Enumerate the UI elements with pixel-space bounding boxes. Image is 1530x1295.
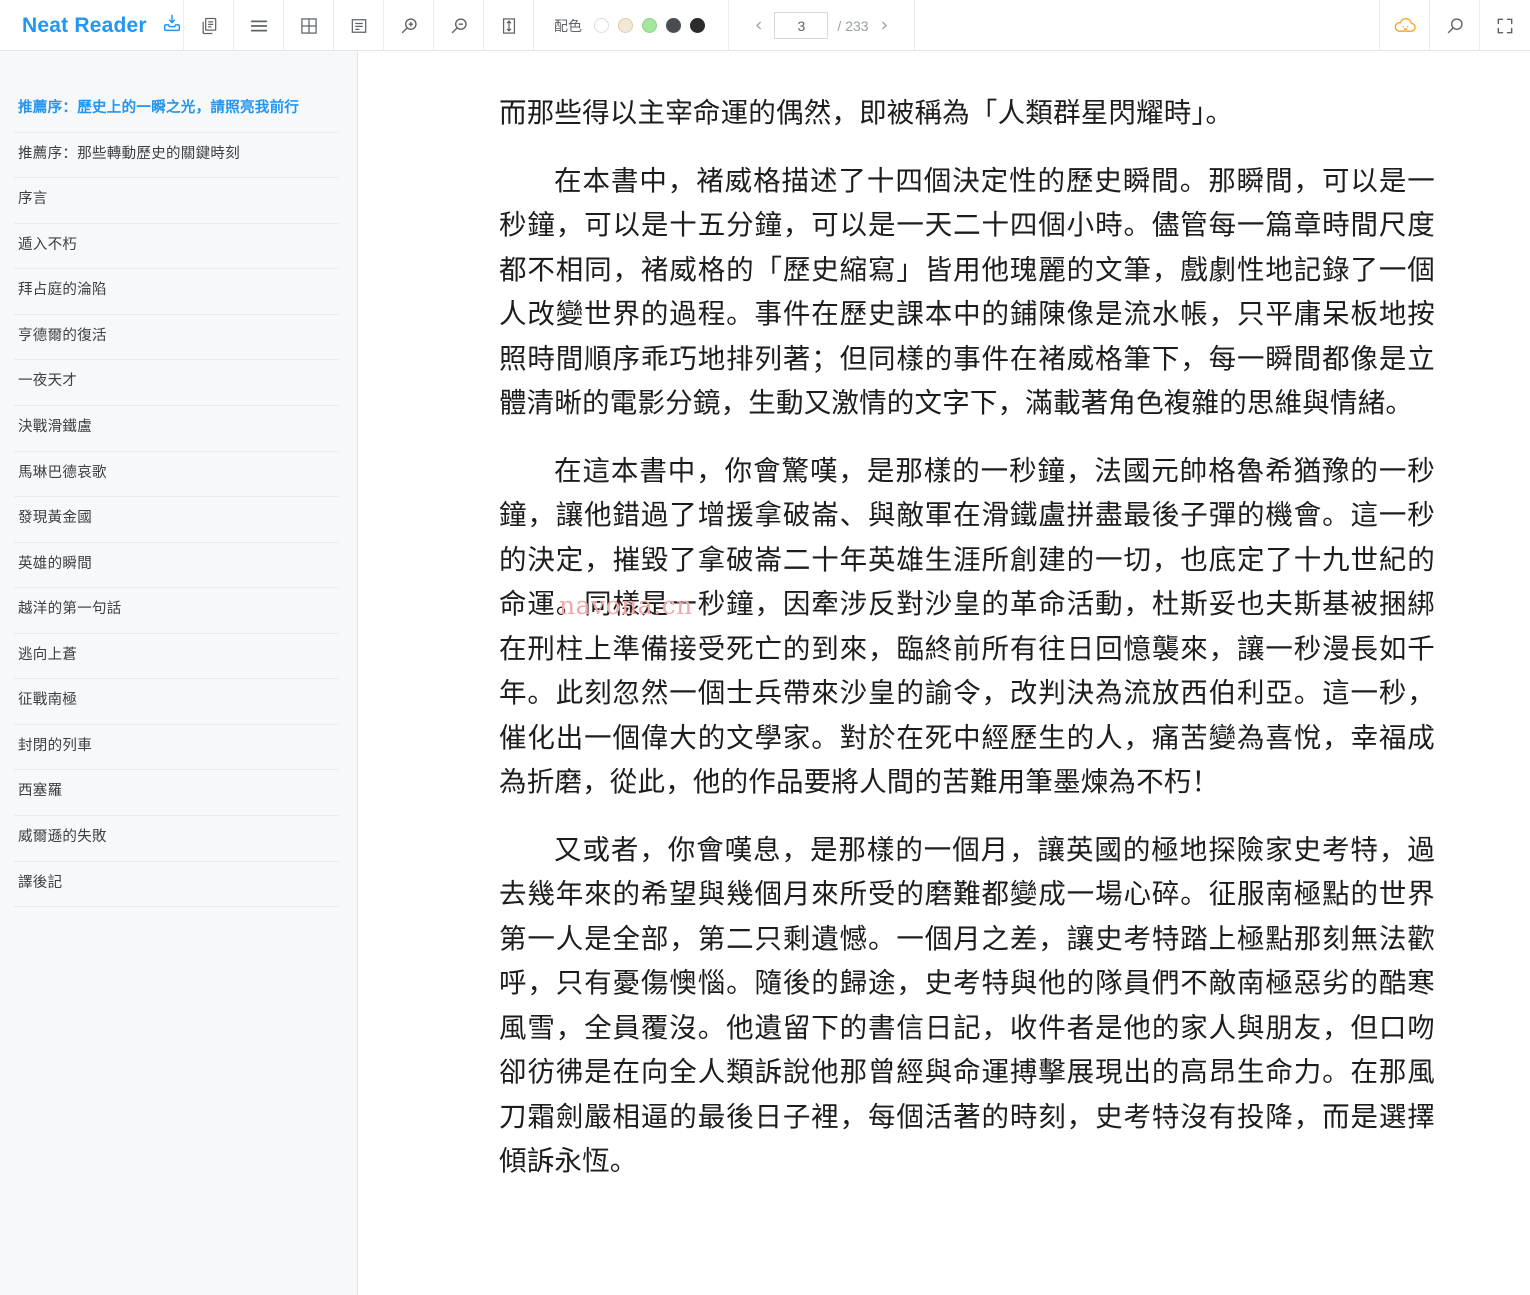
theme-swatch-white[interactable] (594, 18, 609, 33)
toc-item[interactable]: 推薦序：那些轉動歷史的關鍵時刻 (14, 133, 339, 179)
copy-icon[interactable] (184, 0, 234, 51)
paragraph-list: 而那些得以主宰命運的偶然，即被稱為「人類群星閃耀時」。在本書中，褚威格描述了十四… (499, 91, 1435, 1184)
toolbar-spacer (915, 0, 1380, 50)
toc-list: 推薦序：歷史上的一瞬之光，請照亮我前行 推薦序：那些轉動歷史的關鍵時刻 序言 遁入不朽… (0, 87, 357, 908)
toc-item[interactable]: 一夜天才 (14, 360, 339, 406)
notes-icon[interactable] (334, 0, 384, 51)
zoom-in-icon[interactable] (384, 0, 434, 51)
toc-item[interactable]: 決戰滑鐵盧 (14, 406, 339, 452)
paragraph: 在這本書中，你會驚嘆，是那樣的一秒鐘，法國元帥格魯希猶豫的一秒鐘，讓他錯過了增援… (499, 454, 1435, 799)
save-to-library-icon[interactable] (161, 12, 183, 39)
app-title: Neat Reader (22, 13, 147, 37)
toc-item[interactable]: 推薦序：歷史上的一瞬之光，請照亮我前行 (14, 87, 339, 133)
grid-layout-icon[interactable] (284, 0, 334, 51)
book-page: 而那些得以主宰命運的偶然，即被稱為「人類群星閃耀時」。在本書中，褚威格描述了十四… (359, 51, 1530, 1184)
paragraph: 在本書中，褚威格描述了十四個決定性的歷史瞬間。那瞬間，可以是一秒鐘，可以是十五分… (499, 164, 1435, 420)
page-navigation: ‹ / 233 › (729, 0, 915, 51)
toc-item[interactable]: 逃向上蒼 (14, 634, 339, 680)
zoom-out-icon[interactable] (434, 0, 484, 51)
toc-item[interactable]: 序言 (14, 178, 339, 224)
toc-item[interactable]: 亨德爾的復活 (14, 315, 339, 361)
fullscreen-icon[interactable] (1480, 0, 1530, 51)
toolbar-right-group (1380, 0, 1530, 51)
toc-item[interactable]: 拜占庭的淪陷 (14, 269, 339, 315)
total-pages-label: / 233 (837, 17, 869, 34)
toc-item[interactable]: 征戰南極 (14, 679, 339, 725)
toc-item[interactable]: 英雄的瞬間 (14, 543, 339, 589)
toc-item[interactable]: 譯後記 (14, 862, 339, 908)
paragraph: 而那些得以主宰命運的偶然，即被稱為「人類群星閃耀時」。 (499, 97, 1234, 129)
page-number-input[interactable] (774, 12, 829, 39)
brand-area: Neat Reader (0, 0, 184, 51)
paragraph: 又或者，你會嘆息，是那樣的一個月，讓英國的極地探險家史考特，過去幾年來的希望與幾… (499, 833, 1435, 1178)
toc-item[interactable]: 馬琳巴德哀歌 (14, 452, 339, 498)
line-height-icon[interactable] (484, 0, 534, 51)
next-page-button[interactable]: › (878, 16, 892, 35)
theme-swatch-dark-gray[interactable] (666, 18, 681, 33)
prev-page-button[interactable]: ‹ (752, 16, 766, 35)
color-theme-group: 配色 (534, 0, 729, 51)
theme-swatch-sepia[interactable] (618, 18, 633, 33)
toc-item[interactable]: 越洋的第一句話 (14, 588, 339, 634)
cloud-sync-icon[interactable] (1380, 0, 1430, 51)
toc-item[interactable]: 封閉的列車 (14, 725, 339, 771)
toc-item[interactable]: 西塞羅 (14, 770, 339, 816)
table-of-contents-sidebar[interactable]: 推薦序：歷史上的一瞬之光，請照亮我前行 推薦序：那些轉動歷史的關鍵時刻 序言 遁入不朽… (0, 51, 358, 1295)
theme-swatch-black[interactable] (690, 18, 705, 33)
toc-item[interactable]: 威爾遜的失敗 (14, 816, 339, 862)
theme-swatch-green[interactable] (642, 18, 657, 33)
toolbar: Neat Reader 配色 ‹ 3 / 233 › (0, 0, 1530, 51)
toc-item[interactable]: 發現黃金國 (14, 497, 339, 543)
search-icon[interactable] (1430, 0, 1480, 51)
menu-icon[interactable] (234, 0, 284, 51)
reader-pane[interactable]: 而那些得以主宰命運的偶然，即被稱為「人類群星閃耀時」。在本書中，褚威格描述了十四… (359, 51, 1530, 1295)
color-theme-label: 配色 (554, 18, 582, 35)
toc-item[interactable]: 遁入不朽 (14, 224, 339, 270)
